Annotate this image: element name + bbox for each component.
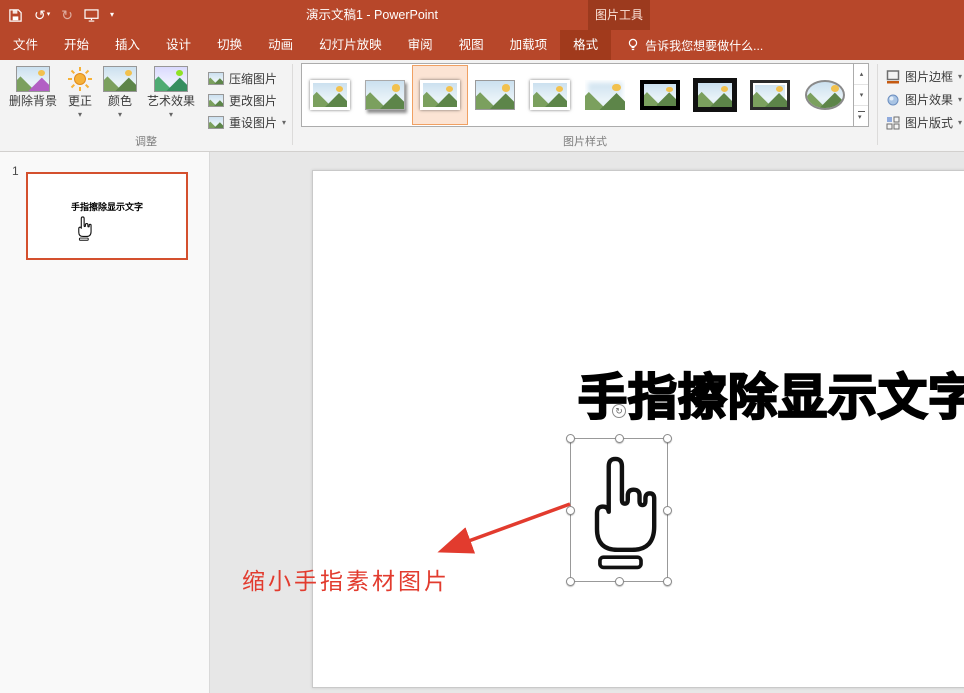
compress-pictures-button[interactable]: 压缩图片 (208, 70, 286, 87)
resize-handle-ne[interactable] (663, 434, 672, 443)
powerpoint-window: ↺ ▾ ↻ ▾ 演示文稿1 - PowerPoint 图片工具 文件 开始 插入 … (0, 0, 964, 693)
resize-handle-w[interactable] (566, 506, 575, 515)
tab-review[interactable]: 审阅 (395, 30, 446, 60)
compress-pictures-icon (208, 72, 225, 85)
dropdown-icon: ▾ (957, 118, 962, 127)
dropdown-icon: ▾ (282, 118, 287, 127)
gallery-scrollbar: ▴ ▾ ▾ (853, 64, 869, 126)
resize-handle-sw[interactable] (566, 577, 575, 586)
picture-tools-context-tab: 图片工具 (588, 0, 650, 30)
rotate-handle[interactable]: ↻ (612, 404, 626, 418)
reset-picture-icon (208, 116, 225, 129)
dropdown-icon: ▾ (78, 110, 83, 119)
slide-page[interactable] (312, 170, 964, 688)
slide-1-thumbnail[interactable]: 手指擦除显示文字 (26, 172, 188, 260)
picture-style-thumbnail[interactable] (578, 66, 632, 124)
picture-style-thumbnail[interactable] (688, 66, 742, 124)
editing-canvas: 手指擦除显示文字 ↻ 缩小手指素材图片 (210, 152, 964, 693)
picture-layout-icon (886, 116, 900, 129)
resize-handle-se[interactable] (663, 577, 672, 586)
hand-image-thumbnail (78, 216, 92, 241)
picture-border-icon (886, 69, 900, 83)
slide-title-text[interactable]: 手指擦除显示文字 (577, 358, 964, 429)
picture-style-thumbnail[interactable] (358, 66, 412, 124)
picture-style-thumbnail[interactable] (468, 66, 522, 124)
sun-icon (68, 67, 93, 91)
tab-file[interactable]: 文件 (0, 30, 51, 60)
tab-insert[interactable]: 插入 (102, 30, 153, 60)
tell-me-box[interactable]: 告诉我您想要做什么... (617, 30, 773, 60)
thumbnail-title-text: 手指擦除显示文字 (70, 202, 143, 212)
group-label-adjust: 调整 (135, 136, 157, 148)
picture-style-thumbnail[interactable] (798, 66, 852, 124)
group-label-picture-styles: 图片样式 (562, 136, 607, 148)
ribbon-tab-bar: 文件 开始 插入 设计 切换 动画 幻灯片放映 审阅 视图 加载项 格式 告诉我… (0, 30, 964, 60)
gallery-more-icon[interactable]: ▾ (854, 106, 868, 126)
picture-selection-box[interactable] (566, 434, 672, 586)
gallery-scroll-down-icon[interactable]: ▾ (854, 85, 869, 106)
resize-handle-n[interactable] (615, 434, 624, 443)
lightbulb-icon (628, 38, 638, 51)
ribbon: 删除背景 更正 ▾ 颜色 ▾ 艺术效果 ▾ 压缩图片 更改图片 重设图片 ▾ 调… (0, 60, 964, 152)
change-picture-button[interactable]: 更改图片 (208, 92, 286, 109)
dropdown-icon: ▾ (169, 110, 174, 119)
tell-me-label: 告诉我您想要做什么... (645, 38, 764, 53)
remove-background-icon (16, 66, 50, 92)
group-picture-tools-right: 图片边框 ▾ 图片效果 ▾ 图片版式 ▾ (878, 60, 964, 151)
tab-slideshow[interactable]: 幻灯片放映 (306, 30, 395, 60)
artistic-effects-icon (154, 66, 189, 92)
annotation-text: 缩小手指素材图片 (242, 568, 450, 594)
group-adjust: 删除背景 更正 ▾ 颜色 ▾ 艺术效果 ▾ 压缩图片 更改图片 重设图片 ▾ 调… (0, 60, 292, 151)
tab-design[interactable]: 设计 (153, 30, 204, 60)
picture-style-thumbnail[interactable] (303, 66, 357, 124)
save-icon[interactable] (8, 8, 23, 23)
picture-style-thumbnail[interactable] (743, 66, 797, 124)
redo-icon[interactable]: ↻ (61, 8, 73, 22)
tab-animations[interactable]: 动画 (255, 30, 306, 60)
change-picture-icon (208, 94, 225, 107)
group-picture-styles: ▴ ▾ ▾ 图片样式 (292, 60, 877, 151)
tab-home[interactable]: 开始 (51, 30, 102, 60)
picture-styles-gallery: ▴ ▾ ▾ (301, 63, 870, 127)
dropdown-icon: ▾ (957, 72, 962, 81)
resize-handle-nw[interactable] (566, 434, 575, 443)
tab-format[interactable]: 格式 (560, 30, 612, 60)
dropdown-icon: ▾ (957, 95, 962, 104)
slide-number: 1 (12, 164, 19, 178)
remove-background-button[interactable]: 删除背景 (4, 63, 62, 131)
dropdown-icon: ▾ (118, 110, 123, 119)
quick-access-toolbar: ↺ ▾ ↻ ▾ (8, 0, 114, 30)
gallery-scroll-up-icon[interactable]: ▴ (854, 64, 869, 85)
picture-style-thumbnail[interactable] (633, 66, 687, 124)
color-picture-icon (103, 66, 138, 92)
tab-addins[interactable]: 加载项 (497, 30, 561, 60)
slide-thumbnail-panel: 1 手指擦除显示文字 (0, 152, 210, 693)
workspace: 1 手指擦除显示文字 手指擦除显示文字 ↻ 缩小手指素材图片 (0, 152, 964, 693)
picture-style-thumbnail[interactable] (523, 66, 577, 124)
tab-transitions[interactable]: 切换 (204, 30, 255, 60)
window-title: 演示文稿1 - PowerPoint (306, 8, 438, 22)
undo-icon[interactable]: ↺ ▾ (34, 8, 50, 22)
picture-layout-button[interactable]: 图片版式 ▾ (886, 114, 962, 131)
resize-handle-e[interactable] (663, 506, 672, 515)
titlebar: ↺ ▾ ↻ ▾ 演示文稿1 - PowerPoint 图片工具 (0, 0, 964, 30)
tab-view[interactable]: 视图 (446, 30, 497, 60)
resize-handle-s[interactable] (615, 577, 624, 586)
reset-picture-button[interactable]: 重设图片 ▾ (208, 114, 286, 131)
corrections-button[interactable]: 更正 ▾ (62, 63, 98, 131)
picture-border-button[interactable]: 图片边框 ▾ (886, 68, 962, 85)
picture-effects-icon (887, 94, 899, 105)
customize-qat-icon[interactable]: ▾ (110, 8, 114, 22)
picture-style-thumbnail-selected[interactable] (412, 65, 469, 125)
artistic-effects-button[interactable]: 艺术效果 ▾ (142, 63, 200, 131)
slideshow-icon[interactable] (84, 8, 99, 22)
hand-image[interactable] (575, 453, 663, 577)
picture-effects-button[interactable]: 图片效果 ▾ (886, 91, 962, 108)
color-button[interactable]: 颜色 ▾ (98, 63, 142, 131)
